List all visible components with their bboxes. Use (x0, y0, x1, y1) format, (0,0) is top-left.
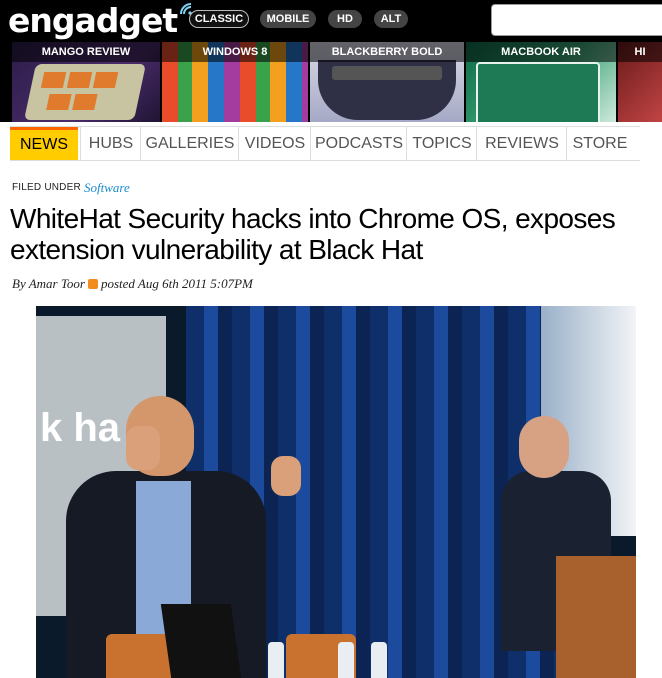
macbook-image (476, 62, 600, 122)
byline-posted: posted Aug 6th 2011 5:07PM (100, 276, 253, 291)
laptop-silhouette (160, 604, 242, 678)
rss-icon[interactable] (87, 279, 98, 289)
feature-caption: WINDOWS 8 (162, 42, 308, 62)
nav-podcasts[interactable]: PODCASTS (310, 127, 407, 160)
edition-mobile-button[interactable]: MOBILE (260, 10, 316, 28)
byline: By Amar Toor posted Aug 6th 2011 5:07PM (12, 276, 253, 292)
water-bottle (338, 642, 354, 678)
feature-tile-mango-review[interactable]: MANGO REVIEW (12, 42, 160, 122)
podium (556, 556, 636, 678)
search-input[interactable] (491, 4, 662, 36)
nav-reviews[interactable]: REVIEWS (476, 127, 567, 160)
feature-strip: MANGO REVIEW WINDOWS 8 BLACKBERRY BOLD M… (0, 42, 662, 122)
water-bottle (268, 642, 284, 678)
nav-galleries[interactable]: GALLERIES (140, 127, 239, 160)
edition-hd-button[interactable]: HD (328, 10, 362, 28)
byline-author[interactable]: By Amar Toor (12, 276, 85, 291)
nav-store[interactable]: STORE (566, 127, 633, 160)
edition-alt-button[interactable]: ALT (374, 10, 408, 28)
top-bar: engadget CLASSIC MOBILE HD ALT (0, 0, 662, 42)
edition-classic-button[interactable]: CLASSIC (189, 10, 249, 28)
category-link[interactable]: Software (84, 180, 130, 196)
nav-news[interactable]: NEWS (10, 127, 78, 160)
phone-image (24, 64, 146, 120)
feature-caption: HI (618, 42, 662, 62)
feature-tile-macbook-air[interactable]: MACBOOK AIR (466, 42, 616, 122)
article-headline: WhiteHat Security hacks into Chrome OS, … (10, 203, 616, 265)
feature-tile-partial[interactable]: HI (618, 42, 662, 122)
feature-caption: MANGO REVIEW (12, 42, 160, 62)
filed-under-label: FILED UNDER (12, 182, 81, 193)
engadget-logo[interactable]: engadget (8, 1, 192, 40)
nav-hubs[interactable]: HUBS (80, 127, 141, 160)
logo-text: engadget (8, 1, 178, 40)
article-photo: k ha (36, 306, 636, 678)
feature-tile-blackberry-bold[interactable]: BLACKBERRY BOLD (310, 42, 464, 122)
main-nav: NEWS HUBS GALLERIES VIDEOS PODCASTS TOPI… (10, 126, 640, 161)
feature-caption: MACBOOK AIR (466, 42, 616, 62)
nav-videos[interactable]: VIDEOS (238, 127, 311, 160)
water-bottle (371, 642, 387, 678)
feature-tile-windows-8[interactable]: WINDOWS 8 (162, 42, 308, 122)
feature-caption: BLACKBERRY BOLD (310, 42, 464, 62)
nav-topics[interactable]: TOPICS (406, 127, 477, 160)
blackberry-image (318, 60, 456, 120)
